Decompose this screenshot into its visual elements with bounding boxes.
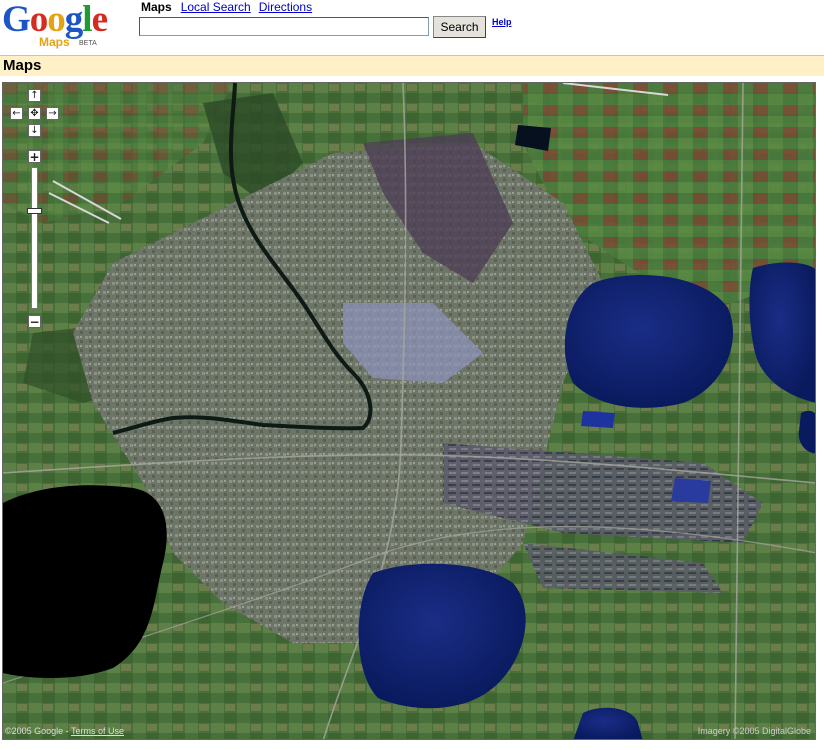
map-copyright: ©2005 Google - Terms of Use [5, 726, 124, 736]
search-input[interactable] [139, 17, 429, 36]
logo-letter: G [2, 0, 31, 40]
logo-letter: e [91, 0, 108, 40]
logo-letter: o [47, 0, 65, 40]
help-link[interactable]: Help [492, 17, 512, 27]
terms-of-use-link[interactable]: Terms of Use [71, 726, 124, 736]
header: Google Maps BETA Maps Local Search Directi… [0, 0, 824, 55]
google-maps-logo[interactable]: Google Maps BETA [2, 0, 132, 50]
pan-center-button[interactable]: ✥ [28, 107, 41, 120]
logo-letter: l [82, 0, 92, 40]
pan-down-button[interactable]: ↓ [28, 124, 41, 137]
satellite-imagery [3, 83, 815, 739]
nav-current-maps: Maps [141, 0, 172, 14]
top-nav: Maps Local Search Directions [141, 0, 320, 14]
logo-wordmark: Google [2, 0, 108, 40]
zoom-out-button[interactable]: − [28, 315, 41, 328]
logo-letter: g [64, 0, 83, 40]
logo-letter: o [29, 0, 48, 40]
zoom-slider-track[interactable] [31, 167, 38, 309]
logo-product: Maps [39, 35, 70, 49]
zoom-slider-thumb[interactable] [27, 207, 42, 214]
copyright-text: ©2005 Google - [5, 726, 72, 736]
search-button[interactable]: Search [433, 16, 486, 38]
zoom-in-button[interactable]: + [28, 150, 41, 163]
pan-right-button[interactable]: → [46, 107, 59, 120]
title-bar: Maps [0, 55, 824, 76]
map-viewport[interactable]: ↑ ← ✥ → ↓ + − ©2005 Google - Terms of Us… [2, 82, 816, 740]
pan-up-button[interactable]: ↑ [28, 89, 41, 102]
logo-beta-badge: BETA [79, 40, 97, 47]
page-title: Maps [3, 57, 42, 74]
nav-link-directions[interactable]: Directions [259, 0, 312, 14]
pan-left-button[interactable]: ← [10, 107, 23, 120]
nav-link-local-search[interactable]: Local Search [181, 0, 251, 14]
imagery-credit: Imagery ©2005 DigitalGlobe [697, 726, 811, 736]
